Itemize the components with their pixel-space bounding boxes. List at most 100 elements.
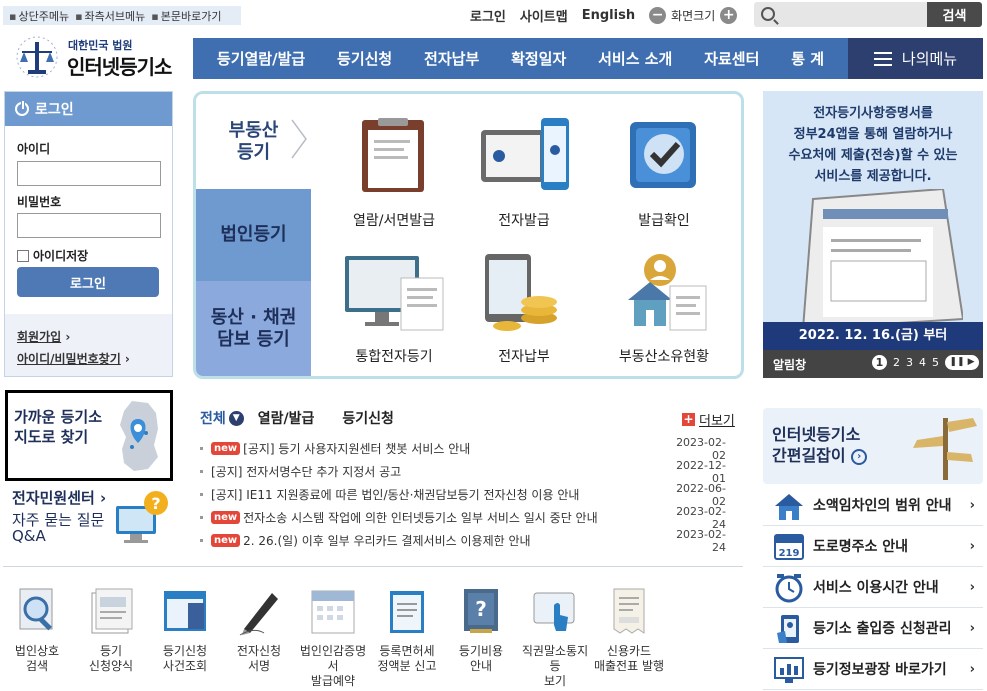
easy-guide-banner[interactable]: 인터넷등기소 간편길잡이 › <box>763 408 983 484</box>
tile-e-payment-label: 전자납부 <box>498 349 550 365</box>
quick-ex-officio-cancellation[interactable]: 직권말소통지등 보기 <box>518 585 592 689</box>
tab-real-estate-label: 부동산 등기 <box>228 119 279 163</box>
nav-item-payment[interactable]: 전자납부 <box>424 48 479 69</box>
find-account-link[interactable]: 아이디/비밀번호찾기 › <box>17 348 160 370</box>
nav-item-registration[interactable]: 등기신청 <box>337 48 392 69</box>
nav-item-resources[interactable]: 자료센터 <box>704 48 759 69</box>
skip-link-side-menu[interactable]: 좌측서브메뉴 <box>75 8 146 24</box>
plus-icon: + <box>682 412 695 426</box>
nav-item-fixed-date[interactable]: 확정일자 <box>511 48 566 69</box>
tile-verify-issue[interactable]: 발급확인 <box>594 116 734 230</box>
notice-list: new [공지] 등기 사용자지원센터 챗봇 서비스 안내 2023-02-02… <box>200 436 726 554</box>
magnifier-document-icon <box>19 588 53 631</box>
banner-text: 전자등기사항증명서를 정부24앱을 통해 열람하거나 수요처에 제출(전송)할 … <box>788 106 958 184</box>
tile-property-ownership[interactable]: 부동산소유현황 <box>594 252 734 366</box>
banner-page-3[interactable]: 3 <box>906 356 913 369</box>
join-link[interactable]: 회원가입 › <box>17 326 160 348</box>
shortcut-service-hours[interactable]: 서비스 이용시간 안내 › <box>763 567 983 608</box>
notice-title: 2. 26.(일) 이후 일부 우리카드 결제서비스 이용제한 안내 <box>243 534 531 548</box>
skip-link-content[interactable]: 본문바로가기 <box>151 8 222 24</box>
notice-row[interactable]: [공지] 전자서명수단 추가 지정서 공고 2022-12-01 <box>200 459 726 485</box>
search-bar: 검색 <box>754 2 982 27</box>
notice-row[interactable]: [공지] IE11 지원종료에 따른 법인/동산·채권담보등기 전자신청 이용 … <box>200 482 726 508</box>
nav-item-service-intro[interactable]: 서비스 소개 <box>598 48 672 69</box>
calendar-icon <box>311 590 355 634</box>
banner-page-2[interactable]: 2 <box>893 356 900 369</box>
shortcut-small-tenant-range[interactable]: 소액임차인의 범위 안내 › <box>763 485 983 526</box>
more-link[interactable]: + 더보기 <box>682 410 735 429</box>
e-civil-center-link[interactable]: 전자민원센터 › <box>12 487 106 508</box>
quick-corporate-name-search[interactable]: 법인상호 검색 <box>0 585 74 689</box>
password-input[interactable] <box>17 213 161 238</box>
shortcut-access-pass[interactable]: 등기소 출입증 신청관리 › <box>763 608 983 649</box>
nav-item-view-issue[interactable]: 등기열람/발급 <box>217 48 305 69</box>
hamburger-icon <box>873 51 892 66</box>
svg-text:?: ? <box>475 597 487 621</box>
pen-icon <box>239 593 278 636</box>
tile-e-payment[interactable]: 전자납부 <box>454 252 594 366</box>
map-link-text: 가까운 등기소 지도로 찾기 <box>14 408 103 446</box>
tab-corporate[interactable]: 법인등기 <box>196 189 311 281</box>
notice-row[interactable]: new 전자소송 시스템 작업에 의한 인터넷등기소 일부 서비스 일시 중단 … <box>200 505 726 531</box>
document-folder-icon <box>362 118 424 192</box>
quick-registration-tax-report[interactable]: 등록면허세 정액분 신고 <box>370 585 444 689</box>
section-divider <box>3 566 743 567</box>
nearby-registry-map-link[interactable]: 가까운 등기소 지도로 찾기 <box>5 390 173 481</box>
notice-tabs: 전체 ▼ 열람/발급 등기신청 <box>200 408 394 428</box>
shortcut-registry-info-plaza[interactable]: 등기정보광장 바로가기 › <box>763 649 983 690</box>
shortcut-road-address[interactable]: 219 도로명주소 안내 › <box>763 526 983 567</box>
easy-guide-text: 인터넷등기소 간편길잡이 › <box>772 424 868 466</box>
tab-corporate-label: 법인등기 <box>220 224 287 245</box>
nav-item-statistics[interactable]: 통 계 <box>791 48 824 69</box>
tab-notice-view-issue[interactable]: 열람/발급 <box>258 408 315 428</box>
question-book-icon: ? <box>464 589 498 633</box>
chevron-right-icon <box>291 119 307 159</box>
quick-card-receipt[interactable]: 신용카드 매출전표 발행 <box>592 585 666 689</box>
banner-play-pause-button[interactable]: ❚❚ ▶ <box>945 355 979 370</box>
faq-link[interactable]: 자주 묻는 질문 Q&A <box>12 512 104 544</box>
save-id-checkbox[interactable]: 아이디저장 <box>17 247 88 264</box>
court-emblem-icon <box>16 36 58 78</box>
skip-link-top-menu[interactable]: 상단주메뉴 <box>9 8 69 24</box>
zoom-control: − 화면크기 + <box>649 7 738 24</box>
site-logo[interactable]: 대한민국 법원 인터넷등기소 <box>10 30 190 82</box>
registration-service-panel: 부동산 등기 법인등기 동산 · 채권 담보 등기 열람/서면발급 전자발급 발… <box>193 91 744 379</box>
hand-cursor-icon <box>533 592 575 631</box>
korea-map-icon <box>120 401 158 471</box>
quick-case-inquiry[interactable]: 등기신청 사건조회 <box>148 585 222 689</box>
tile-integrated-e-registry[interactable]: 통합전자등기 <box>324 252 464 366</box>
notice-row[interactable]: new 2. 26.(일) 이후 일부 우리카드 결제서비스 이용제한 안내 2… <box>200 528 726 554</box>
signpost-icon <box>913 418 977 480</box>
zoom-in-button[interactable]: + <box>720 7 738 24</box>
tab-notice-all[interactable]: 전체 ▼ <box>200 408 244 428</box>
login-header: 로그인 <box>5 92 172 126</box>
quick-seal-certificate-reservation[interactable]: 법인인감증명서 발급예약 <box>296 585 370 689</box>
banner-page-5[interactable]: 5 <box>932 356 939 369</box>
address-plate-icon: 219 <box>774 534 804 560</box>
quick-registration-fees[interactable]: ? 등기비용 안내 <box>444 585 518 689</box>
sitemap-link[interactable]: 사이트맵 <box>520 6 568 25</box>
login-panel: 로그인 아이디 비밀번호 아이디저장 로그인 회원가입 › 아이디/비밀번호찾기… <box>4 91 173 377</box>
monitor-document-icon <box>345 256 444 331</box>
checkbox-icon <box>17 249 29 262</box>
tile-e-issue[interactable]: 전자발급 <box>454 116 594 230</box>
search-input[interactable] <box>782 4 922 25</box>
login-button[interactable]: 로그인 <box>17 267 159 297</box>
notice-title: [공지] 등기 사용자지원센터 챗봇 서비스 안내 <box>243 442 471 456</box>
search-button[interactable]: 검색 <box>927 2 982 27</box>
quick-registration-forms[interactable]: 등기 신청양식 <box>74 585 148 689</box>
banner-page-1[interactable]: 1 <box>872 355 887 370</box>
id-input[interactable] <box>17 161 161 186</box>
tile-view-issue[interactable]: 열람/서면발급 <box>324 116 464 230</box>
tab-movable-collateral[interactable]: 동산 · 채권 담보 등기 <box>196 281 311 376</box>
login-link[interactable]: 로그인 <box>470 6 506 25</box>
my-menu-button[interactable]: 나의메뉴 <box>848 38 983 79</box>
zoom-out-button[interactable]: − <box>649 7 667 24</box>
promo-banner[interactable]: 전자등기사항증명서를 정부24앱을 통해 열람하거나 수요처에 제출(전송)할 … <box>763 91 983 378</box>
search-icon <box>761 7 775 21</box>
tab-notice-registration[interactable]: 등기신청 <box>342 408 394 428</box>
quick-e-signature[interactable]: 전자신청 서명 <box>222 585 296 689</box>
notice-row[interactable]: new [공지] 등기 사용자지원센터 챗봇 서비스 안내 2023-02-02 <box>200 436 726 462</box>
banner-page-4[interactable]: 4 <box>919 356 926 369</box>
english-link[interactable]: English <box>582 8 635 23</box>
